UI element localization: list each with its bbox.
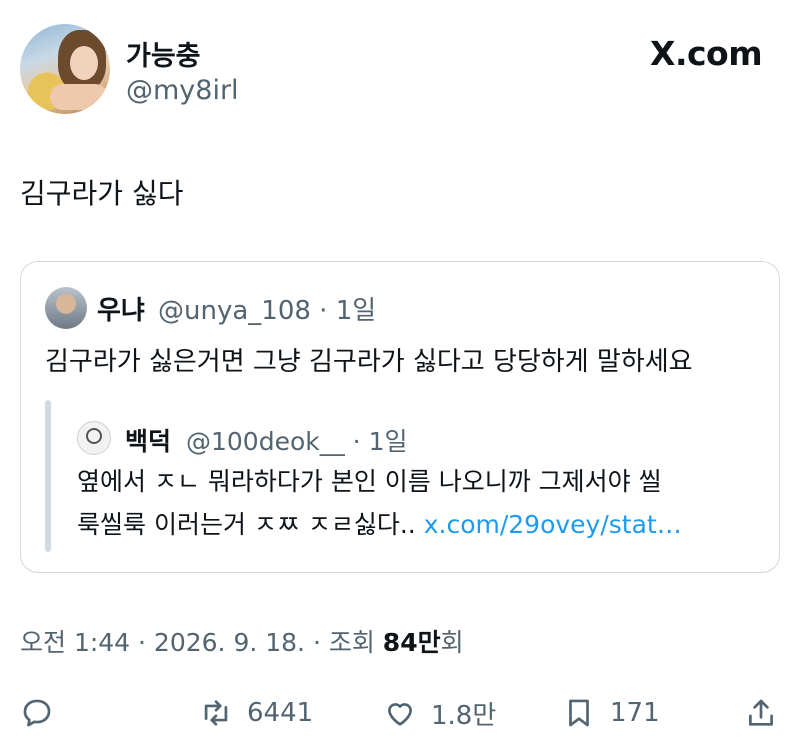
- retweet-count: 6441: [247, 698, 314, 728]
- avatar-face: [70, 46, 98, 80]
- inner-tweet-line-2: 룩씰룩 이러는거 ㅈㅉ ㅈㄹ싫다.. x.com/29ovey/stat…: [77, 505, 682, 541]
- inner-tweet-link[interactable]: x.com/29ovey/stat…: [424, 510, 682, 539]
- tweet-timestamp-views: 오전 1:44 · 2026. 9. 18. · 조회 84만회: [20, 623, 464, 659]
- reply-icon: [23, 699, 51, 727]
- retweet-button[interactable]: 6441: [199, 693, 313, 733]
- inner-author-meta: @100deok__ · 1일: [186, 427, 408, 456]
- author-handle[interactable]: @my8irl: [126, 75, 239, 106]
- quoted-author-meta: @unya_108 · 1일: [158, 296, 377, 326]
- bookmark-count: 171: [610, 698, 660, 728]
- share-icon: [749, 699, 773, 726]
- heart-icon: [388, 703, 412, 726]
- inner-author-name[interactable]: 백덕: [125, 422, 171, 458]
- inner-tweet-line-1: 옆에서 ㅈㄴ 뭐라하다가 본인 이름 나오니까 그제서야 씰: [77, 467, 662, 496]
- quoted-author-name[interactable]: 우냐: [97, 290, 145, 327]
- inner-author-avatar[interactable]: [77, 421, 111, 455]
- like-count: 1.8만: [431, 700, 497, 731]
- inner-tweet-line-2-text: 룩씰룩 이러는거 ㅈㅉ ㅈㄹ싫다..: [77, 510, 416, 539]
- view-suffix: 회: [440, 628, 464, 657]
- like-button[interactable]: 1.8만: [383, 693, 496, 733]
- retweet-icon: [204, 700, 228, 726]
- x-logo: X.com: [650, 34, 763, 73]
- avatar-arm: [50, 84, 108, 110]
- quoted-tweet-text: 김구라가 싫은거면 그냥 김구라가 싫다고 당당하게 말하세요: [45, 347, 693, 377]
- view-count: 84만: [382, 628, 441, 657]
- bookmark-icon: [569, 699, 589, 727]
- bookmark-button[interactable]: 171: [562, 693, 660, 733]
- tweet-text: 김구라가 싫다: [20, 177, 184, 210]
- author-avatar[interactable]: [20, 24, 110, 114]
- share-button[interactable]: [744, 693, 778, 733]
- reply-button[interactable]: [20, 693, 54, 733]
- inner-quote-bar: [45, 400, 51, 552]
- timestamp[interactable]: 오전 1:44 · 2026. 9. 18. · 조회: [20, 628, 383, 657]
- author-name[interactable]: 가능충: [126, 34, 201, 73]
- quoted-author-avatar[interactable]: [45, 287, 87, 329]
